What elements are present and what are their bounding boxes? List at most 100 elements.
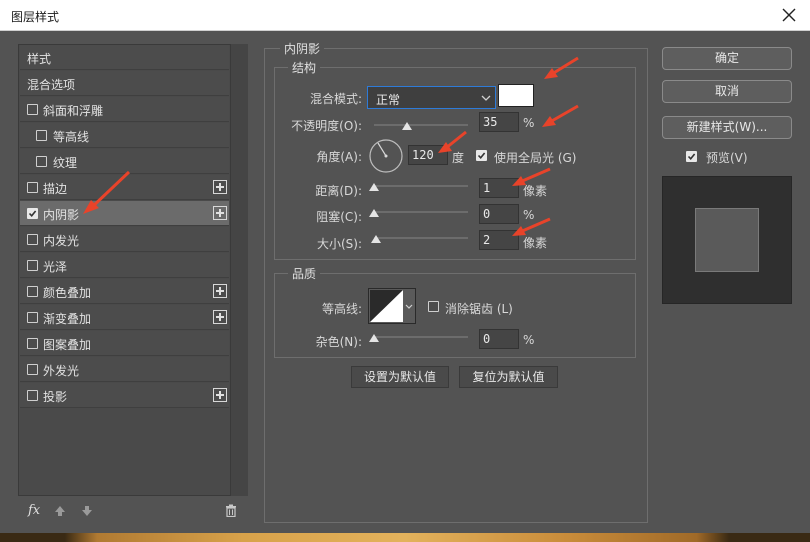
opacity-slider-thumb[interactable]	[402, 122, 412, 130]
opacity-input[interactable]: 35	[479, 112, 519, 132]
inner-shadow-checkbox[interactable]	[27, 208, 38, 219]
list-item-label: 混合选项	[27, 78, 76, 92]
chevron-down-icon	[481, 95, 491, 101]
list-item-label: 样式	[27, 52, 52, 66]
styles-list-scrollbar[interactable]	[230, 44, 248, 496]
distance-slider-thumb[interactable]	[369, 183, 379, 191]
drop-shadow-checkbox[interactable]	[27, 390, 38, 401]
opacity-slider-track[interactable]	[374, 124, 468, 126]
background-canvas-strip	[0, 533, 810, 542]
new-style-button[interactable]: 新建样式(W)...	[662, 116, 792, 139]
add-gradient-overlay-icon[interactable]	[213, 310, 227, 324]
list-item-label: 纹理	[53, 156, 78, 170]
texture-checkbox[interactable]	[36, 156, 47, 167]
blend-mode-label: 混合模式:	[309, 92, 362, 106]
contour-picker[interactable]	[368, 288, 416, 324]
list-item-label: 斜面和浮雕	[43, 104, 104, 118]
noise-unit: %	[523, 333, 535, 347]
angle-label: 角度(A):	[316, 150, 362, 164]
blend-mode-select[interactable]: 正常	[367, 86, 496, 109]
list-item-label: 描边	[43, 182, 68, 196]
gradient-overlay-checkbox[interactable]	[27, 312, 38, 323]
window-title: 图层样式	[11, 10, 60, 24]
reset-default-button[interactable]: 复位为默认值	[459, 366, 558, 388]
quality-title: 品质	[288, 265, 321, 282]
global-light-label: 使用全局光 (G)	[494, 151, 577, 165]
noise-input[interactable]: 0	[479, 329, 519, 349]
satin-checkbox[interactable]	[27, 260, 38, 271]
list-item-label: 等高线	[53, 130, 90, 144]
layer-style-dialog: 图层样式 样式 混合选项 斜面和浮雕 等高线 纹理 描边 内阴影 内发光 光泽 …	[0, 0, 810, 533]
noise-label: 杂色(N):	[315, 335, 362, 349]
list-item-styles[interactable]: 样式	[20, 45, 229, 70]
add-stroke-icon[interactable]	[213, 180, 227, 194]
annotation-arrow-icon	[83, 170, 131, 214]
fx-icon[interactable]: fx	[28, 503, 40, 518]
list-item-drop-shadow[interactable]: 投影	[20, 383, 229, 408]
choke-label: 阻塞(C):	[316, 210, 362, 224]
add-inner-shadow-icon[interactable]	[213, 206, 227, 220]
opacity-label: 不透明度(O):	[291, 119, 362, 133]
preview-label: 预览(V)	[706, 151, 748, 165]
distance-label: 距离(D):	[315, 184, 362, 198]
shadow-color-swatch[interactable]	[498, 84, 534, 107]
list-item-outer-glow[interactable]: 外发光	[20, 357, 229, 382]
opacity-unit: %	[523, 116, 535, 130]
preview-swatch	[695, 208, 759, 272]
list-item-label: 内阴影	[43, 208, 80, 222]
size-slider-track[interactable]	[374, 237, 468, 239]
list-item-inner-glow[interactable]: 内发光	[20, 227, 229, 252]
outer-glow-checkbox[interactable]	[27, 364, 38, 375]
choke-slider-track[interactable]	[374, 211, 468, 213]
set-default-button[interactable]: 设置为默认值	[351, 366, 449, 388]
distance-slider-track[interactable]	[374, 185, 468, 187]
list-item-label: 内发光	[43, 234, 80, 248]
add-drop-shadow-icon[interactable]	[213, 388, 227, 402]
angle-dial-icon[interactable]	[368, 138, 404, 174]
color-overlay-checkbox[interactable]	[27, 286, 38, 297]
list-item-gradient-overlay[interactable]: 渐变叠加	[20, 305, 229, 330]
size-label: 大小(S):	[316, 237, 362, 251]
antialias-checkbox[interactable]	[428, 301, 439, 312]
inner-glow-checkbox[interactable]	[27, 234, 38, 245]
annotation-arrow-icon	[544, 56, 579, 79]
add-color-overlay-icon[interactable]	[213, 284, 227, 298]
antialias-label: 消除锯齿 (L)	[445, 302, 513, 316]
list-item-satin[interactable]: 光泽	[20, 253, 229, 278]
list-item-label: 投影	[43, 390, 68, 404]
list-item-bevel-emboss[interactable]: 斜面和浮雕	[20, 97, 229, 122]
pattern-overlay-checkbox[interactable]	[27, 338, 38, 349]
preview-box	[662, 176, 792, 304]
list-item-blending-options[interactable]: 混合选项	[20, 71, 229, 96]
title-bar: 图层样式	[0, 0, 810, 31]
contour-label: 等高线:	[321, 302, 362, 316]
close-icon[interactable]	[780, 6, 798, 24]
global-light-checkbox[interactable]	[476, 150, 487, 161]
bevel-emboss-checkbox[interactable]	[27, 104, 38, 115]
preview-checkbox[interactable]	[686, 151, 697, 162]
noise-slider-track[interactable]	[374, 336, 468, 338]
noise-slider-thumb[interactable]	[369, 334, 379, 342]
contour-checkbox[interactable]	[36, 130, 47, 141]
chevron-down-icon	[405, 304, 413, 309]
cancel-button[interactable]: 取消	[662, 80, 792, 103]
list-item-label: 渐变叠加	[43, 312, 92, 326]
checkmark-icon	[477, 152, 486, 160]
list-item-pattern-overlay[interactable]: 图案叠加	[20, 331, 229, 356]
list-item-color-overlay[interactable]: 颜色叠加	[20, 279, 229, 304]
move-down-icon[interactable]	[81, 505, 93, 517]
list-item-label: 光泽	[43, 260, 68, 274]
structure-title: 结构	[288, 59, 321, 76]
contour-preview-icon	[370, 290, 403, 322]
blend-mode-value: 正常	[376, 93, 401, 107]
annotation-arrow-icon	[438, 130, 467, 153]
size-slider-thumb[interactable]	[371, 235, 381, 243]
stroke-checkbox[interactable]	[27, 182, 38, 193]
trash-icon[interactable]	[225, 504, 237, 517]
list-item-contour[interactable]: 等高线	[20, 123, 229, 148]
ok-button[interactable]: 确定	[662, 47, 792, 70]
choke-slider-thumb[interactable]	[369, 209, 379, 217]
move-up-icon[interactable]	[54, 505, 66, 517]
annotation-arrow-icon	[512, 167, 551, 186]
list-item-label: 颜色叠加	[43, 286, 92, 300]
